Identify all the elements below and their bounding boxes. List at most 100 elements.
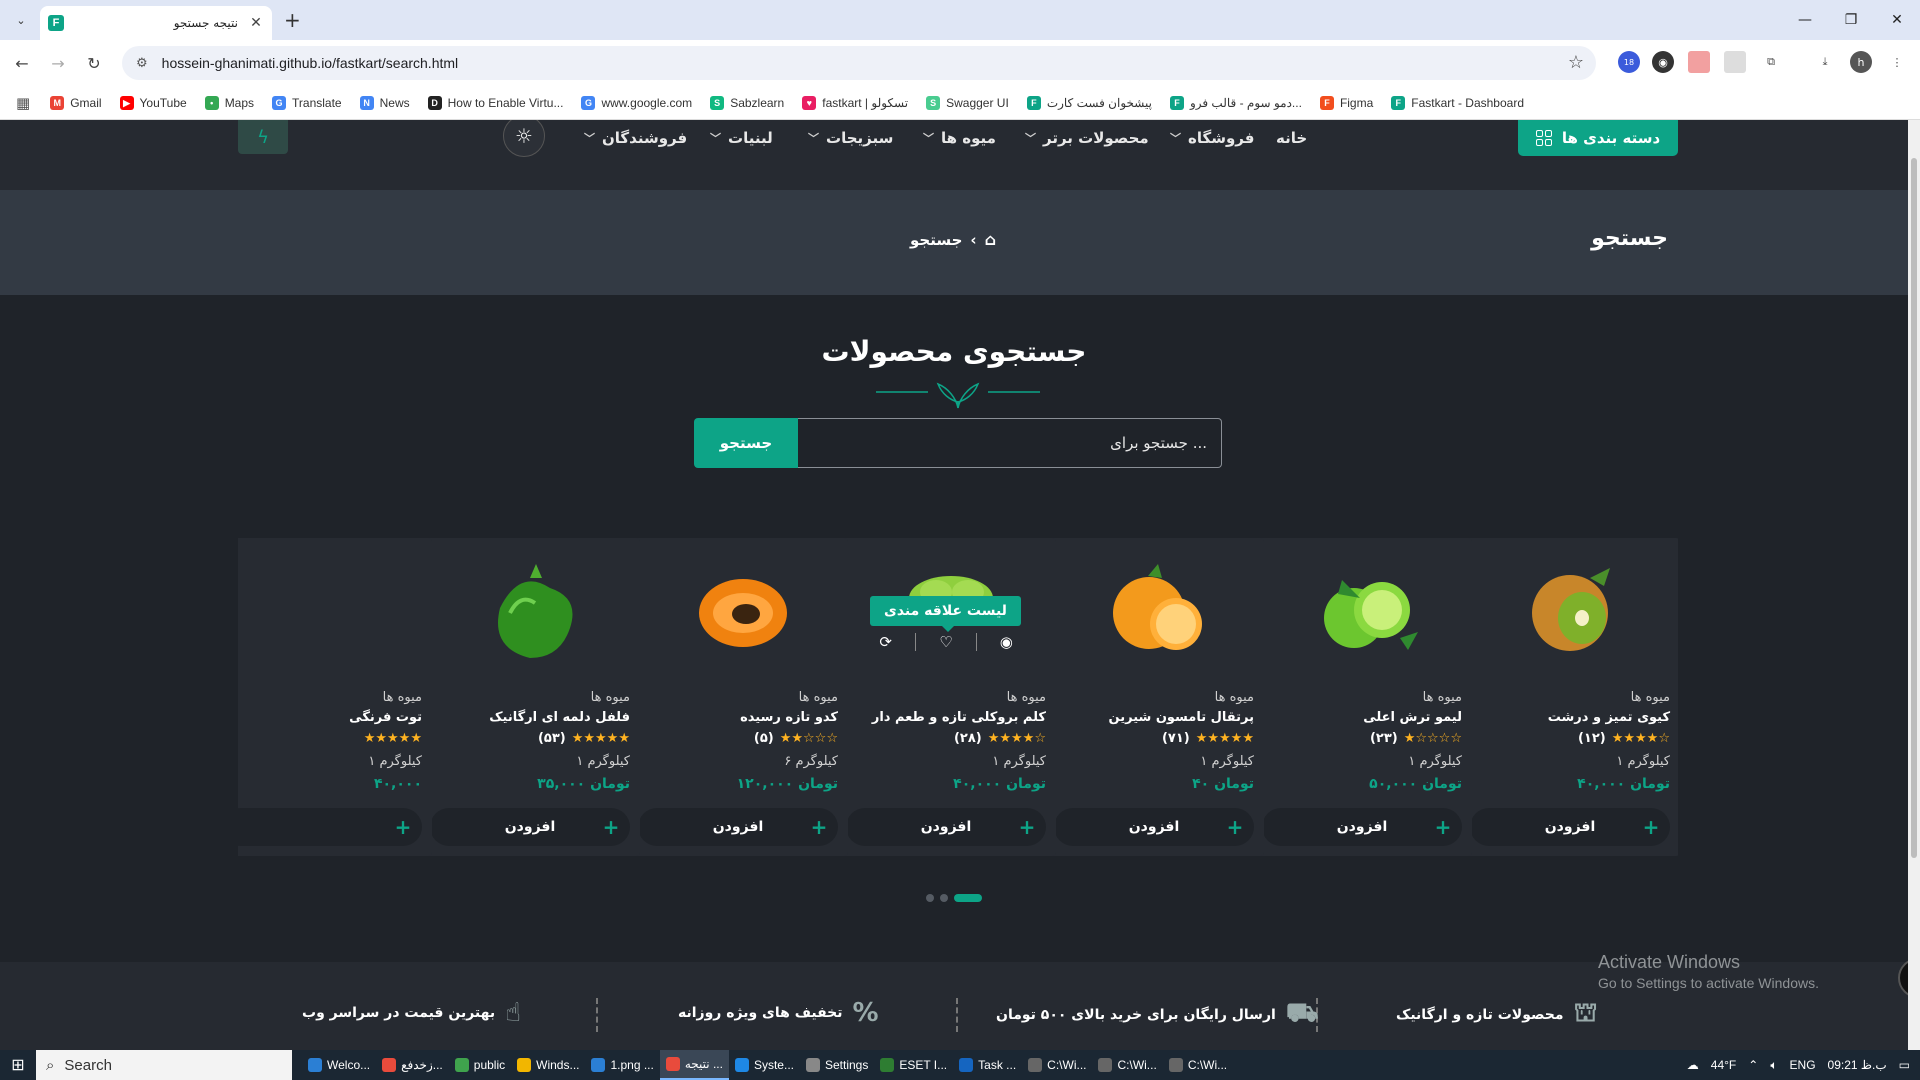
menu-item-sellers[interactable]: ﹀ فروشندگان [584,120,687,156]
forward-icon[interactable]: → [46,51,70,75]
extension-icon-3[interactable] [1688,51,1710,73]
bookmark-item[interactable]: F پیشخوان فست کارت [1026,95,1152,110]
tab-close-icon[interactable]: ✕ [248,15,264,31]
menu-item-home[interactable]: خانه [1276,120,1307,156]
tray-chevron-icon[interactable]: ⌃ [1748,1058,1758,1072]
bookmark-item[interactable]: M Gmail [50,95,102,110]
site-info-icon[interactable]: ⚙ [136,56,148,71]
product-image[interactable] [1312,558,1422,658]
heart-icon[interactable]: ♡ [915,633,975,651]
product-card[interactable]: میوه ها کیوی تمیز و درشت (۱۲) ★★★★☆ ۱ کیلوگر… [1460,538,1678,856]
taskbar-app[interactable]: C:\Wi... [1163,1050,1233,1080]
download-icon[interactable]: ⤓ [1814,51,1836,73]
windows-start-icon[interactable]: ⊞ [0,1050,36,1080]
taskbar-app[interactable]: Task ... [953,1050,1022,1080]
add-to-cart-button[interactable]: افزودن + [1054,808,1254,846]
volume-icon[interactable]: 🔈︎ [1770,1058,1777,1073]
product-name[interactable]: لیمو ترش اعلی [1363,710,1462,725]
taskbar-app[interactable]: Welco... [302,1050,376,1080]
browser-menu-icon[interactable]: ⋮ [1886,51,1908,73]
search-button[interactable]: جستجو [694,418,798,468]
new-tab-icon[interactable]: + [284,8,301,32]
bookmark-item[interactable]: F دمو سوم - قالب فرو... [1169,95,1302,110]
taskbar-app[interactable]: Syste... [729,1050,800,1080]
scroll-thumb[interactable] [1911,158,1917,858]
product-name[interactable]: کیوی تمیز و درشت [1548,710,1670,725]
bookmark-item[interactable]: • Maps [204,95,254,110]
extension-icon-4[interactable] [1724,51,1746,73]
taskbar-app[interactable]: 1.png ... [585,1050,659,1080]
close-window-icon[interactable]: ✕ [1874,0,1920,40]
product-name[interactable]: پرتقال تامسون شیرین [1109,710,1254,725]
add-to-cart-button[interactable]: افزودن + [1470,808,1670,846]
bolt-icon[interactable]: ϟ [238,120,288,154]
profile-avatar[interactable]: h [1850,51,1872,73]
apps-grid-icon[interactable]: ▦ [16,94,30,112]
bookmark-item[interactable]: G Translate [272,95,342,110]
product-card[interactable]: میوه ها کلم بروکلی تازه و طعم دار (۲۸) ★★★★… [836,538,1056,856]
bookmark-item[interactable]: D How to Enable Virtu... [427,95,563,110]
product-card[interactable]: میوه ها فلفل دلمه ای ارگانیک (۵۳) ★★★★★ ۱ کی… [420,538,640,856]
product-card[interactable]: میوه ها توت فرنگی ★★★★★ ۱ کیلوگرم ۴۰,۰۰۰ + [238,538,432,856]
product-name[interactable]: کدو تازه رسیده [740,710,838,725]
taskbar-app[interactable]: C:\Wi... [1092,1050,1162,1080]
taskbar-app[interactable]: Winds... [511,1050,585,1080]
extension-icon[interactable]: 18 [1618,51,1640,73]
restore-icon[interactable]: ❐ [1828,0,1874,40]
browser-tab[interactable]: F نتیجه جستجو ✕ [40,6,272,40]
carousel-dot[interactable] [926,894,934,902]
add-to-cart-button[interactable]: افزودن + [846,808,1046,846]
product-image[interactable] [272,558,382,658]
page-scrollbar[interactable] [1908,120,1920,1050]
product-card[interactable]: میوه ها لیمو ترش اعلی (۲۳) ★☆☆☆☆ ۱ کیلوگرم ۵۰… [1252,538,1472,856]
add-to-cart-button[interactable]: افزودن + [1262,808,1462,846]
add-to-cart-button[interactable]: افزودن + [430,808,630,846]
back-icon[interactable]: ← [10,51,34,75]
taskbar-app[interactable]: ESET I... [874,1050,953,1080]
bookmark-item[interactable]: N News [359,95,410,110]
home-icon[interactable]: ⌂ [985,230,996,249]
taskbar-search[interactable]: ⌕ Search [36,1050,292,1080]
reload-icon[interactable]: ↻ [82,51,106,75]
menu-item-dairy[interactable]: ﹀ لبنیات [710,120,773,156]
extensions-puzzle-icon[interactable]: ⧉ [1760,51,1782,73]
minimize-icon[interactable]: — [1782,0,1828,40]
taskbar-app[interactable]: public [449,1050,511,1080]
taskbar-app[interactable]: C:\Wi... [1022,1050,1092,1080]
omnibox[interactable]: ⚙ hossein-ghanimati.github.io/fastkart/s… [122,46,1596,80]
bookmark-item[interactable]: ▶ YouTube [119,95,187,110]
menu-item-fruits[interactable]: ﹀ میوه ها [923,120,996,156]
extension-icon-2[interactable]: ◉ [1652,51,1674,73]
search-input[interactable] [798,418,1222,468]
product-card[interactable]: میوه ها پرتقال تامسون شیرین (۷۱) ★★★★★ ۱ کیل… [1044,538,1264,856]
notifications-icon[interactable]: ▭ [1899,1058,1910,1072]
view-icon[interactable]: ◉ [975,633,1036,651]
menu-item-top-products[interactable]: ﹀ محصولات برتر [1025,120,1149,156]
product-image[interactable] [480,558,590,658]
menu-item-shop[interactable]: ﹀ فروشگاه [1170,120,1254,156]
carousel-dot[interactable] [954,894,982,902]
bookmark-item[interactable]: ♥ fastkart | تسکولو [802,95,908,110]
carousel-dot[interactable] [940,894,948,902]
bookmark-item[interactable]: Gwww.google.com [581,95,692,110]
tab-search-icon[interactable]: ⌄ [10,9,32,31]
product-image[interactable] [688,558,798,658]
product-card[interactable]: میوه ها کدو تازه رسیده (۵) ★★☆☆☆ ۶ کیلوگرم ۱۲… [628,538,848,856]
product-name[interactable]: فلفل دلمه ای ارگانیک [489,710,630,725]
product-image[interactable] [1520,558,1630,658]
add-to-cart-button[interactable]: افزودن + [638,808,838,846]
product-image[interactable] [1104,558,1214,658]
taskbar-app[interactable]: زخدفع... [376,1050,449,1080]
bookmark-star-icon[interactable]: ☆ [1568,52,1584,73]
weather-icon[interactable]: ☁ [1687,1058,1699,1072]
theme-toggle-sun-icon[interactable]: ☼ [503,120,545,157]
bookmark-item[interactable]: F Fastkart - Dashboard [1391,95,1524,110]
add-to-cart-button[interactable]: + [238,808,422,846]
taskbar-app[interactable]: Settings [800,1050,874,1080]
taskbar-app[interactable]: نتیجه ... [659,1050,729,1080]
categories-button[interactable]: دسته بندی ها [1518,120,1678,156]
product-name[interactable]: توت فرنگی [349,710,422,725]
compare-icon[interactable]: ⟳ [856,633,915,651]
menu-item-vegetables[interactable]: ﹀ سبزیجات [808,120,893,156]
bookmark-item[interactable]: S Swagger UI [926,95,1009,110]
